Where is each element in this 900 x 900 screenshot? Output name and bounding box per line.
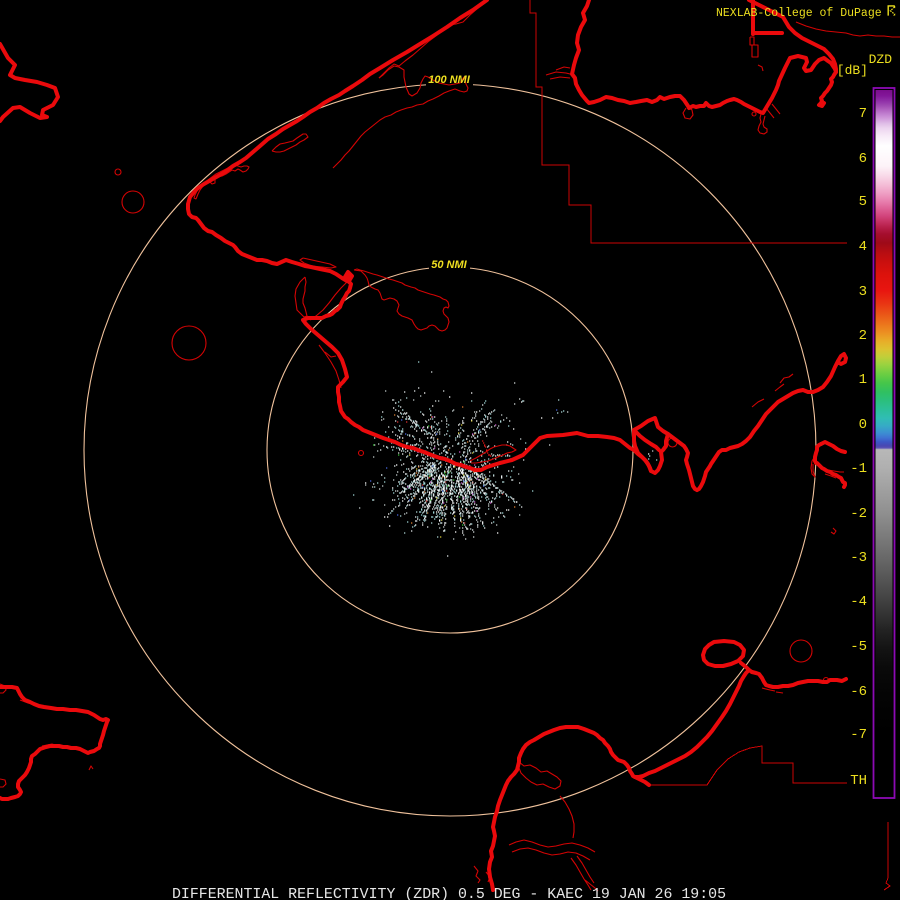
- svg-text:DIFFERENTIAL REFLECTIVITY (ZDR: DIFFERENTIAL REFLECTIVITY (ZDR) 0.5 DEG …: [172, 887, 726, 900]
- svg-text:-7: -7: [850, 727, 867, 743]
- svg-text:[dB]: [dB]: [837, 63, 868, 78]
- svg-text:0: 0: [859, 417, 867, 433]
- svg-text:4: 4: [859, 239, 867, 255]
- svg-text:-5: -5: [850, 639, 867, 655]
- svg-text:NEXLAB-College of DuPage: NEXLAB-College of DuPage: [716, 7, 882, 20]
- svg-text:50 NMI: 50 NMI: [431, 259, 467, 271]
- svg-text:-6: -6: [850, 684, 867, 700]
- svg-text:3: 3: [859, 284, 867, 300]
- svg-text:DZD: DZD: [869, 52, 893, 67]
- svg-text:6: 6: [859, 151, 867, 167]
- svg-text:5: 5: [859, 194, 867, 210]
- svg-text:1: 1: [859, 372, 867, 388]
- svg-text:-2: -2: [850, 506, 867, 522]
- svg-text:7: 7: [859, 106, 867, 122]
- svg-text:-3: -3: [850, 550, 867, 566]
- svg-text:2: 2: [859, 328, 867, 344]
- svg-text:TH: TH: [850, 773, 867, 789]
- svg-text:-4: -4: [850, 594, 867, 610]
- svg-text:-1: -1: [850, 461, 867, 477]
- svg-text:100 NMI: 100 NMI: [428, 74, 471, 86]
